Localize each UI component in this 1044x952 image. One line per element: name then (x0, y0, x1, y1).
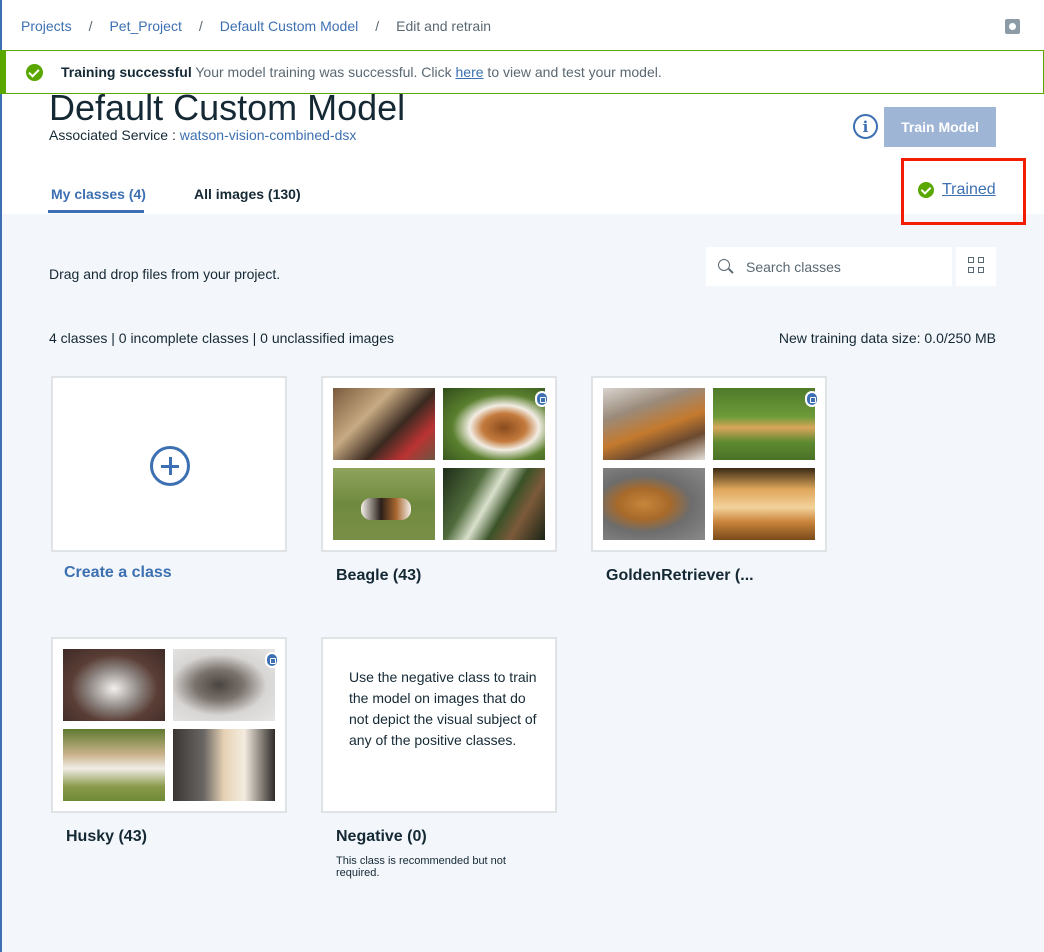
goldenretriever-thumbnail (713, 468, 815, 540)
breadcrumb-separator: / (375, 18, 380, 34)
class-title: Husky (43) (66, 828, 147, 845)
class-card-husky[interactable] (51, 637, 287, 813)
grid-view-toggle[interactable] (956, 247, 996, 286)
train-model-button[interactable]: Train Model (884, 107, 996, 147)
class-card-beagle[interactable] (321, 376, 557, 552)
class-title: Negative (0) (336, 828, 427, 845)
class-card-goldenretriever[interactable] (591, 376, 827, 552)
class-title: Beagle (43) (336, 567, 422, 584)
active-tab-indicator (48, 210, 144, 213)
create-class-link[interactable]: Create a class (64, 564, 172, 582)
notification-message: Your model training was successful. Clic… (191, 64, 456, 80)
trained-link[interactable]: Trained (942, 181, 996, 199)
breadcrumb: Projects / Pet_Project / Default Custom … (21, 18, 491, 34)
search-box[interactable] (706, 247, 952, 286)
husky-thumbnail (173, 649, 275, 721)
breadcrumb-separator: / (88, 18, 93, 34)
beagle-thumbnail (333, 468, 435, 540)
settings-icon[interactable] (1005, 19, 1020, 34)
associated-service: Associated Service : watson-vision-combi… (49, 127, 356, 143)
negative-note: This class is recommended but not requir… (336, 855, 506, 879)
beagle-thumbnail (443, 468, 545, 540)
beagle-thumbnail (333, 388, 435, 460)
grid-cell-icon (978, 267, 984, 273)
breadcrumb-model[interactable]: Default Custom Model (220, 18, 359, 34)
drag-drop-hint: Drag and drop files from your project. (49, 266, 281, 282)
search-icon (718, 259, 733, 274)
left-edge (0, 0, 2, 952)
trained-status: Trained (918, 181, 996, 199)
class-counts: 4 classes | 0 incomplete classes | 0 unc… (49, 330, 394, 346)
goldenretriever-thumbnail (603, 388, 705, 460)
negative-description: Use the negative class to train the mode… (349, 669, 537, 748)
breadcrumb-current: Edit and retrain (396, 18, 492, 34)
lock-icon (805, 391, 819, 407)
associated-service-label: Associated Service : (49, 127, 180, 143)
tab-my-classes[interactable]: My classes (4) (51, 186, 146, 202)
associated-service-link[interactable]: watson-vision-combined-dsx (180, 127, 357, 143)
beagle-thumbnail (443, 388, 545, 460)
check-circle-icon (26, 63, 43, 81)
training-data-size: New training data size: 0.0/250 MB (778, 330, 996, 346)
class-card-negative[interactable]: Use the negative class to train the mode… (321, 637, 557, 813)
add-circle-icon (150, 446, 190, 486)
breadcrumb-separator: / (198, 18, 203, 34)
grid-cell-icon (968, 267, 974, 273)
husky-thumbnail (63, 649, 165, 721)
page-title: Default Custom Model (49, 87, 406, 128)
goldenretriever-thumbnail (603, 468, 705, 540)
breadcrumb-pet-project[interactable]: Pet_Project (109, 18, 181, 34)
create-class-card[interactable] (51, 376, 287, 552)
info-icon[interactable]: i (853, 114, 878, 139)
husky-thumbnail (173, 729, 275, 801)
tab-all-images[interactable]: All images (130) (194, 186, 301, 202)
notification-text: Training successful Your model training … (61, 64, 662, 80)
grid-cell-icon (968, 257, 974, 263)
husky-thumbnail (63, 729, 165, 801)
class-title: GoldenRetriever (... (606, 567, 754, 584)
notification-message-end: to view and test your model. (483, 64, 662, 80)
check-circle-icon (918, 182, 934, 198)
notification-here-link[interactable]: here (456, 64, 484, 80)
notification-title: Training successful (61, 64, 192, 80)
lock-icon (535, 391, 549, 407)
grid-cell-icon (978, 257, 984, 263)
goldenretriever-thumbnail (713, 388, 815, 460)
breadcrumb-projects[interactable]: Projects (21, 18, 72, 34)
lock-icon (265, 652, 279, 668)
beagle-figure (361, 498, 411, 520)
search-input[interactable] (746, 258, 936, 275)
